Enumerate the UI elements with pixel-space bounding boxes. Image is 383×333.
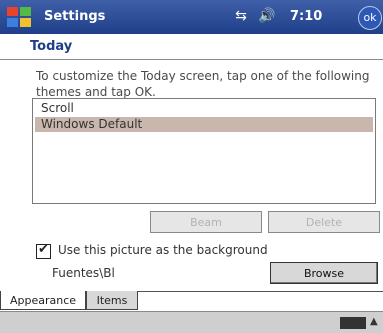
page-title: Today: [30, 39, 73, 54]
title-bar: Settings ⇆ 🔊 7:10 ok: [0, 0, 383, 34]
beam-button[interactable]: Beam: [150, 211, 262, 233]
page-header: Today: [0, 34, 383, 60]
theme-item-scroll[interactable]: Scroll: [35, 101, 373, 116]
background-file-name: Fuentes\Bl: [52, 266, 115, 280]
settings-today-screen: Settings ⇆ 🔊 7:10 ok Today To customize …: [0, 0, 383, 333]
background-checkbox-label: Use this picture as the background: [58, 243, 268, 257]
browse-button[interactable]: Browse: [270, 262, 378, 284]
background-checkbox[interactable]: ✔: [36, 242, 51, 259]
windows-start-icon[interactable]: [4, 4, 36, 30]
command-bar: ▲: [0, 311, 383, 333]
volume-icon[interactable]: 🔊: [258, 8, 276, 26]
clock[interactable]: 7:10: [290, 9, 322, 24]
input-menu-arrow-icon[interactable]: ▲: [370, 316, 378, 327]
tab-appearance[interactable]: Appearance: [0, 291, 86, 310]
app-title: Settings: [44, 9, 106, 24]
connectivity-icon[interactable]: ⇆: [232, 8, 250, 26]
keyboard-icon[interactable]: [340, 317, 366, 329]
checkmark-icon: ✔: [38, 242, 49, 257]
tab-items[interactable]: Items: [86, 291, 138, 310]
instructions-text: To customize the Today screen, tap one o…: [36, 69, 370, 99]
theme-item-windows-default[interactable]: Windows Default: [35, 117, 373, 132]
ok-button[interactable]: ok: [358, 6, 382, 30]
theme-list[interactable]: Scroll Windows Default: [32, 98, 376, 204]
header-divider: [0, 59, 383, 60]
delete-button[interactable]: Delete: [268, 211, 380, 233]
